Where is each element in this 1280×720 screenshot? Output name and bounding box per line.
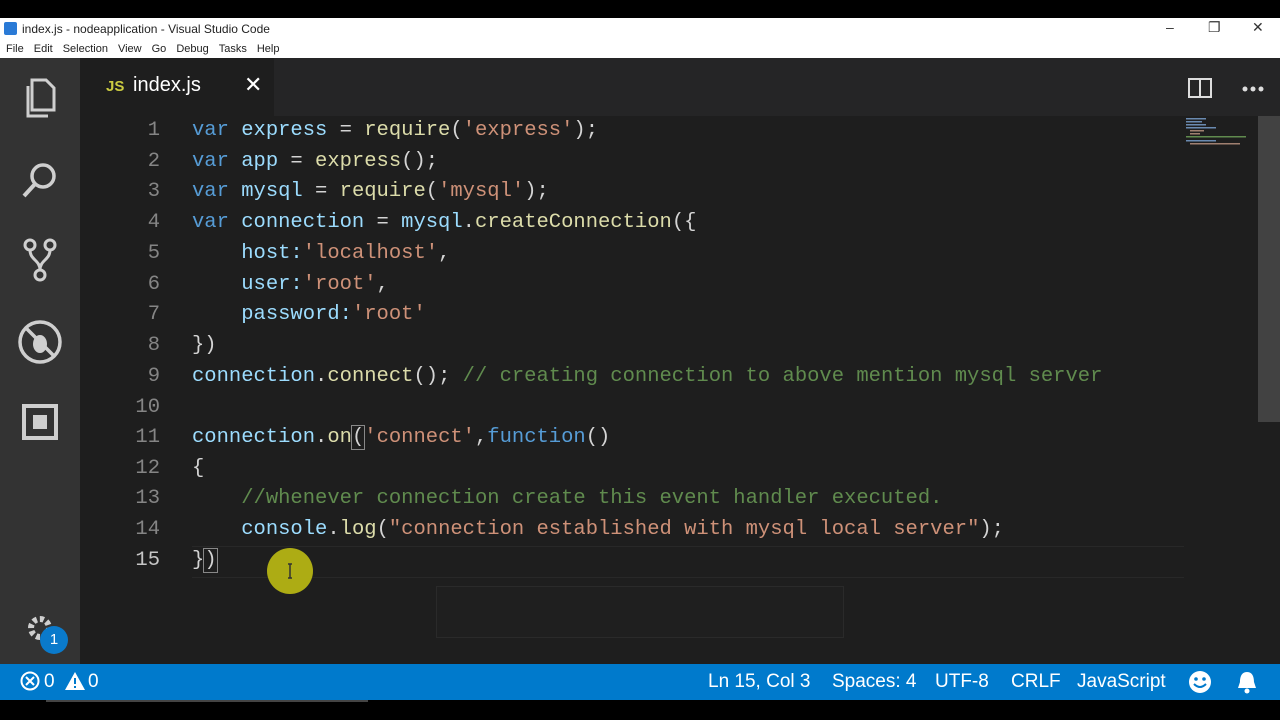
encoding[interactable]: UTF-8 — [935, 671, 989, 693]
menu-file[interactable]: File — [6, 40, 24, 58]
line-number: 6 — [147, 273, 160, 296]
menu-debug[interactable]: Debug — [176, 40, 208, 58]
indentation[interactable]: Spaces: 4 — [832, 671, 917, 693]
minimap[interactable] — [1184, 116, 1256, 146]
cursor-position[interactable]: Ln 15, Col 3 — [708, 671, 810, 693]
menu-help[interactable]: Help — [257, 40, 280, 58]
vscode-logo-icon — [4, 22, 17, 35]
code-line-5: host:'localhost', — [241, 242, 451, 265]
menu-edit[interactable]: Edit — [34, 40, 53, 58]
window-title: index.js - nodeapplication - Visual Stud… — [22, 22, 270, 36]
explorer-icon[interactable] — [16, 74, 64, 122]
line-number: 11 — [135, 426, 160, 449]
minimize-button[interactable]: – — [1166, 19, 1174, 35]
error-count[interactable]: 0 — [44, 671, 55, 693]
code-line-7: password:'root' — [241, 303, 426, 326]
code-line-4: var connection = mysql.createConnection(… — [192, 211, 697, 234]
line-number: 4 — [147, 211, 160, 234]
code-line-3: var mysql = require('mysql'); — [192, 180, 549, 203]
scrollbar-thumb[interactable] — [1258, 116, 1280, 422]
line-number: 8 — [147, 334, 160, 357]
js-file-icon: JS — [106, 78, 125, 95]
video-bottom-bar — [0, 700, 1280, 720]
feedback-smiley-icon[interactable] — [1188, 670, 1212, 700]
code-line-12: { — [192, 457, 205, 480]
tab-label: index.js — [133, 74, 201, 96]
debug-icon[interactable] — [16, 318, 64, 366]
hover-hint-box — [436, 586, 844, 638]
close-window-button[interactable]: ✕ — [1252, 19, 1264, 36]
menu-bar: File Edit Selection View Go Debug Tasks … — [0, 40, 1280, 58]
line-number: 14 — [135, 518, 160, 541]
code-line-8: }) — [192, 334, 217, 357]
code-line-9: connection.connect(); // creating connec… — [192, 365, 1103, 388]
tab-close-icon[interactable]: ✕ — [244, 72, 262, 98]
restore-button[interactable]: ❐ — [1208, 19, 1221, 36]
line-number: 12 — [135, 457, 160, 480]
current-line-highlight — [192, 546, 1184, 578]
line-number: 5 — [147, 242, 160, 265]
extensions-icon[interactable] — [16, 398, 64, 446]
menu-tasks[interactable]: Tasks — [219, 40, 247, 58]
video-progress-line — [46, 700, 368, 702]
tab-bar: JS index.js ✕ — [80, 58, 1280, 116]
code-line-6: user:'root', — [241, 273, 389, 296]
vertical-scrollbar[interactable] — [1258, 116, 1280, 664]
source-control-icon[interactable] — [16, 236, 64, 284]
line-ending[interactable]: CRLF — [1011, 671, 1061, 693]
line-number-active: 15 — [135, 549, 160, 572]
line-number: 3 — [147, 180, 160, 203]
editor[interactable]: 1 2 3 4 5 6 7 8 9 10 11 12 13 14 15 var … — [80, 116, 1280, 664]
settings-update-badge: 1 — [40, 626, 68, 654]
menu-selection[interactable]: Selection — [63, 40, 108, 58]
status-bar: 0 0 Ln 15, Col 3 Spaces: 4 UTF-8 CRLF Ja… — [0, 664, 1280, 700]
line-number: 9 — [147, 365, 160, 388]
line-number: 2 — [147, 150, 160, 173]
menu-view[interactable]: View — [118, 40, 142, 58]
line-number: 1 — [147, 119, 160, 142]
line-number: 13 — [135, 487, 160, 510]
code-line-15: }) — [192, 548, 218, 573]
error-icon[interactable] — [20, 671, 40, 697]
code-line-1: var express = require('express'); — [192, 119, 599, 142]
menu-go[interactable]: Go — [152, 40, 167, 58]
code-line-13: //whenever connection create this event … — [241, 487, 943, 510]
tab-index-js[interactable]: JS index.js ✕ — [80, 58, 274, 116]
code-line-14: console.log("connection established with… — [241, 518, 1004, 541]
more-actions-icon[interactable] — [1242, 80, 1264, 98]
search-icon[interactable] — [16, 156, 64, 204]
warning-count[interactable]: 0 — [88, 671, 99, 693]
code-line-11: connection.on('connect',function() — [192, 425, 611, 450]
split-editor-icon[interactable] — [1188, 78, 1212, 103]
line-number: 7 — [147, 303, 160, 326]
mouse-pointer-highlight — [267, 548, 313, 594]
code-area[interactable]: var express = require('express'); var ap… — [192, 116, 1102, 573]
language-mode[interactable]: JavaScript — [1077, 671, 1166, 693]
title-bar: index.js - nodeapplication - Visual Stud… — [0, 18, 1280, 40]
code-line-2: var app = express(); — [192, 150, 439, 173]
activity-bar — [0, 58, 80, 664]
notifications-bell-icon[interactable] — [1236, 670, 1258, 700]
line-number: 10 — [135, 396, 160, 419]
warning-icon[interactable] — [64, 671, 86, 697]
